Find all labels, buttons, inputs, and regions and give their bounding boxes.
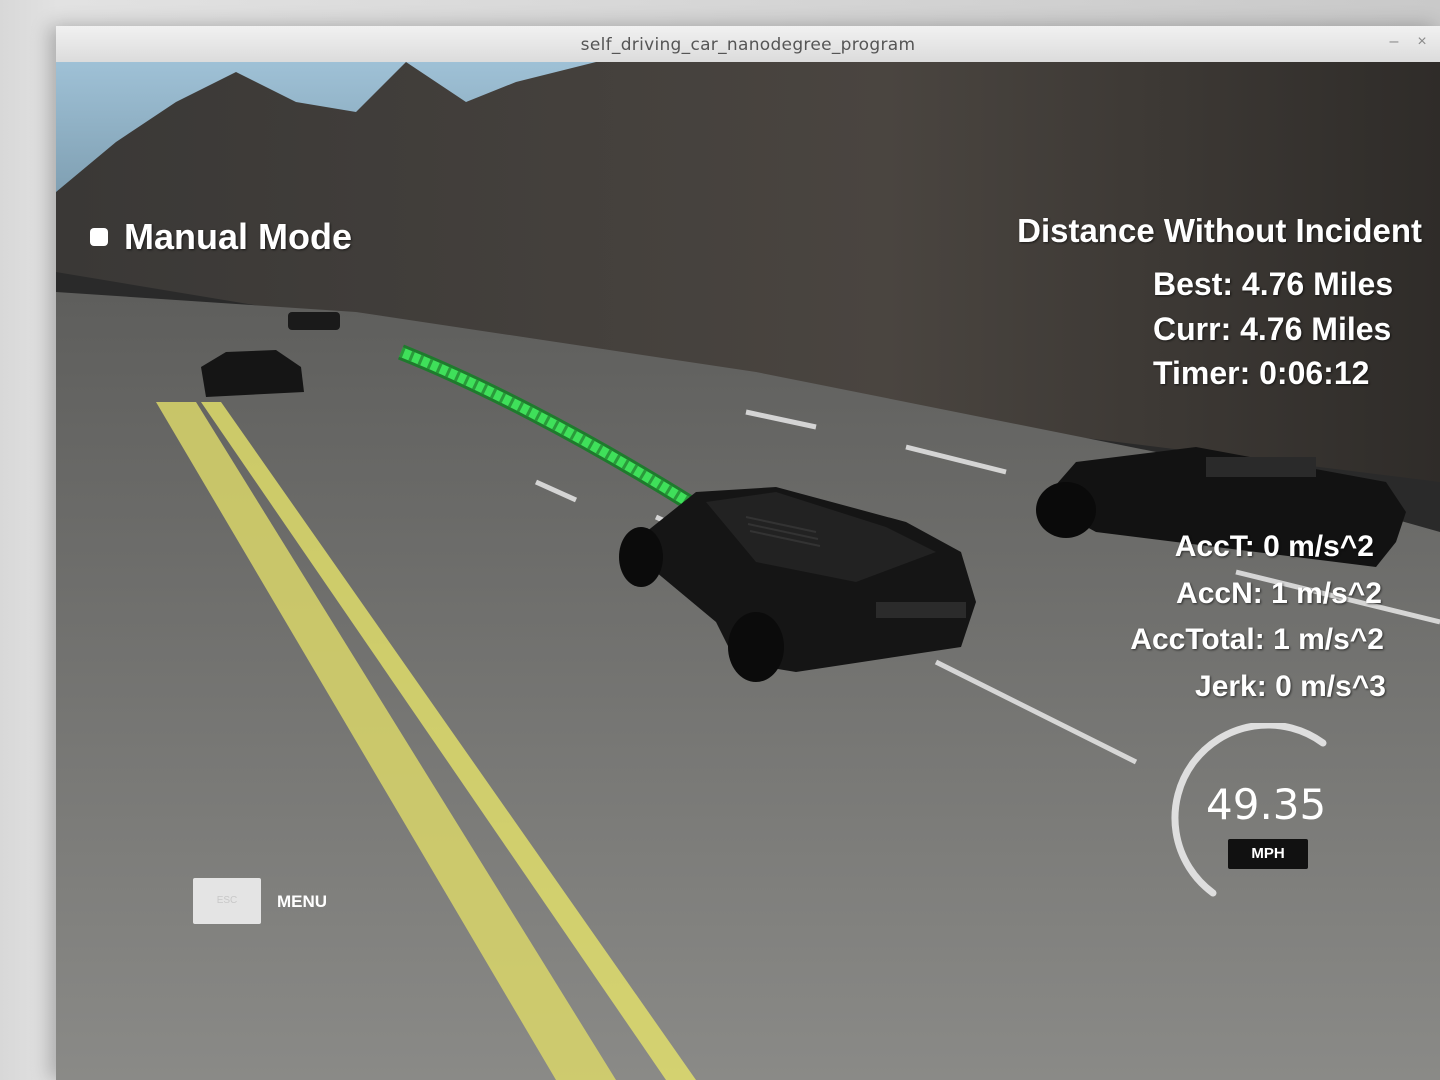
window-title: self_driving_car_nanodegree_program	[580, 35, 916, 55]
acc-n: AccN: 1 m/s^2	[1176, 577, 1382, 610]
mode-dot-icon	[90, 228, 108, 246]
esc-key-button[interactable]: ESC	[193, 878, 261, 924]
menu-label[interactable]: MENU	[277, 892, 327, 912]
best-distance: Best: 4.76 Miles	[1153, 266, 1394, 302]
acc-total: AccTotal: 1 m/s^2	[1130, 623, 1384, 656]
jerk: Jerk: 0 m/s^3	[1195, 670, 1386, 703]
minimize-button[interactable]: –	[1384, 33, 1404, 51]
speed-unit: MPH	[1228, 839, 1308, 869]
mode-label: Manual Mode	[124, 216, 353, 257]
speed-value: 49.35	[1206, 780, 1327, 829]
distant-car	[288, 312, 340, 330]
current-distance: Curr: 4.76 Miles	[1153, 311, 1392, 347]
acc-t: AccT: 0 m/s^2	[1174, 530, 1374, 563]
monitor-bezel: self_driving_car_nanodegree_program – ×	[0, 0, 1440, 1080]
timer: Timer: 0:06:12	[1153, 355, 1370, 391]
title-bar[interactable]: self_driving_car_nanodegree_program – ×	[56, 26, 1440, 63]
simulator-window: self_driving_car_nanodegree_program – ×	[56, 26, 1440, 1080]
close-button[interactable]: ×	[1412, 33, 1432, 51]
distance-title: Distance Without Incident	[1017, 212, 1422, 249]
mode-indicator: Manual Mode	[90, 216, 352, 258]
